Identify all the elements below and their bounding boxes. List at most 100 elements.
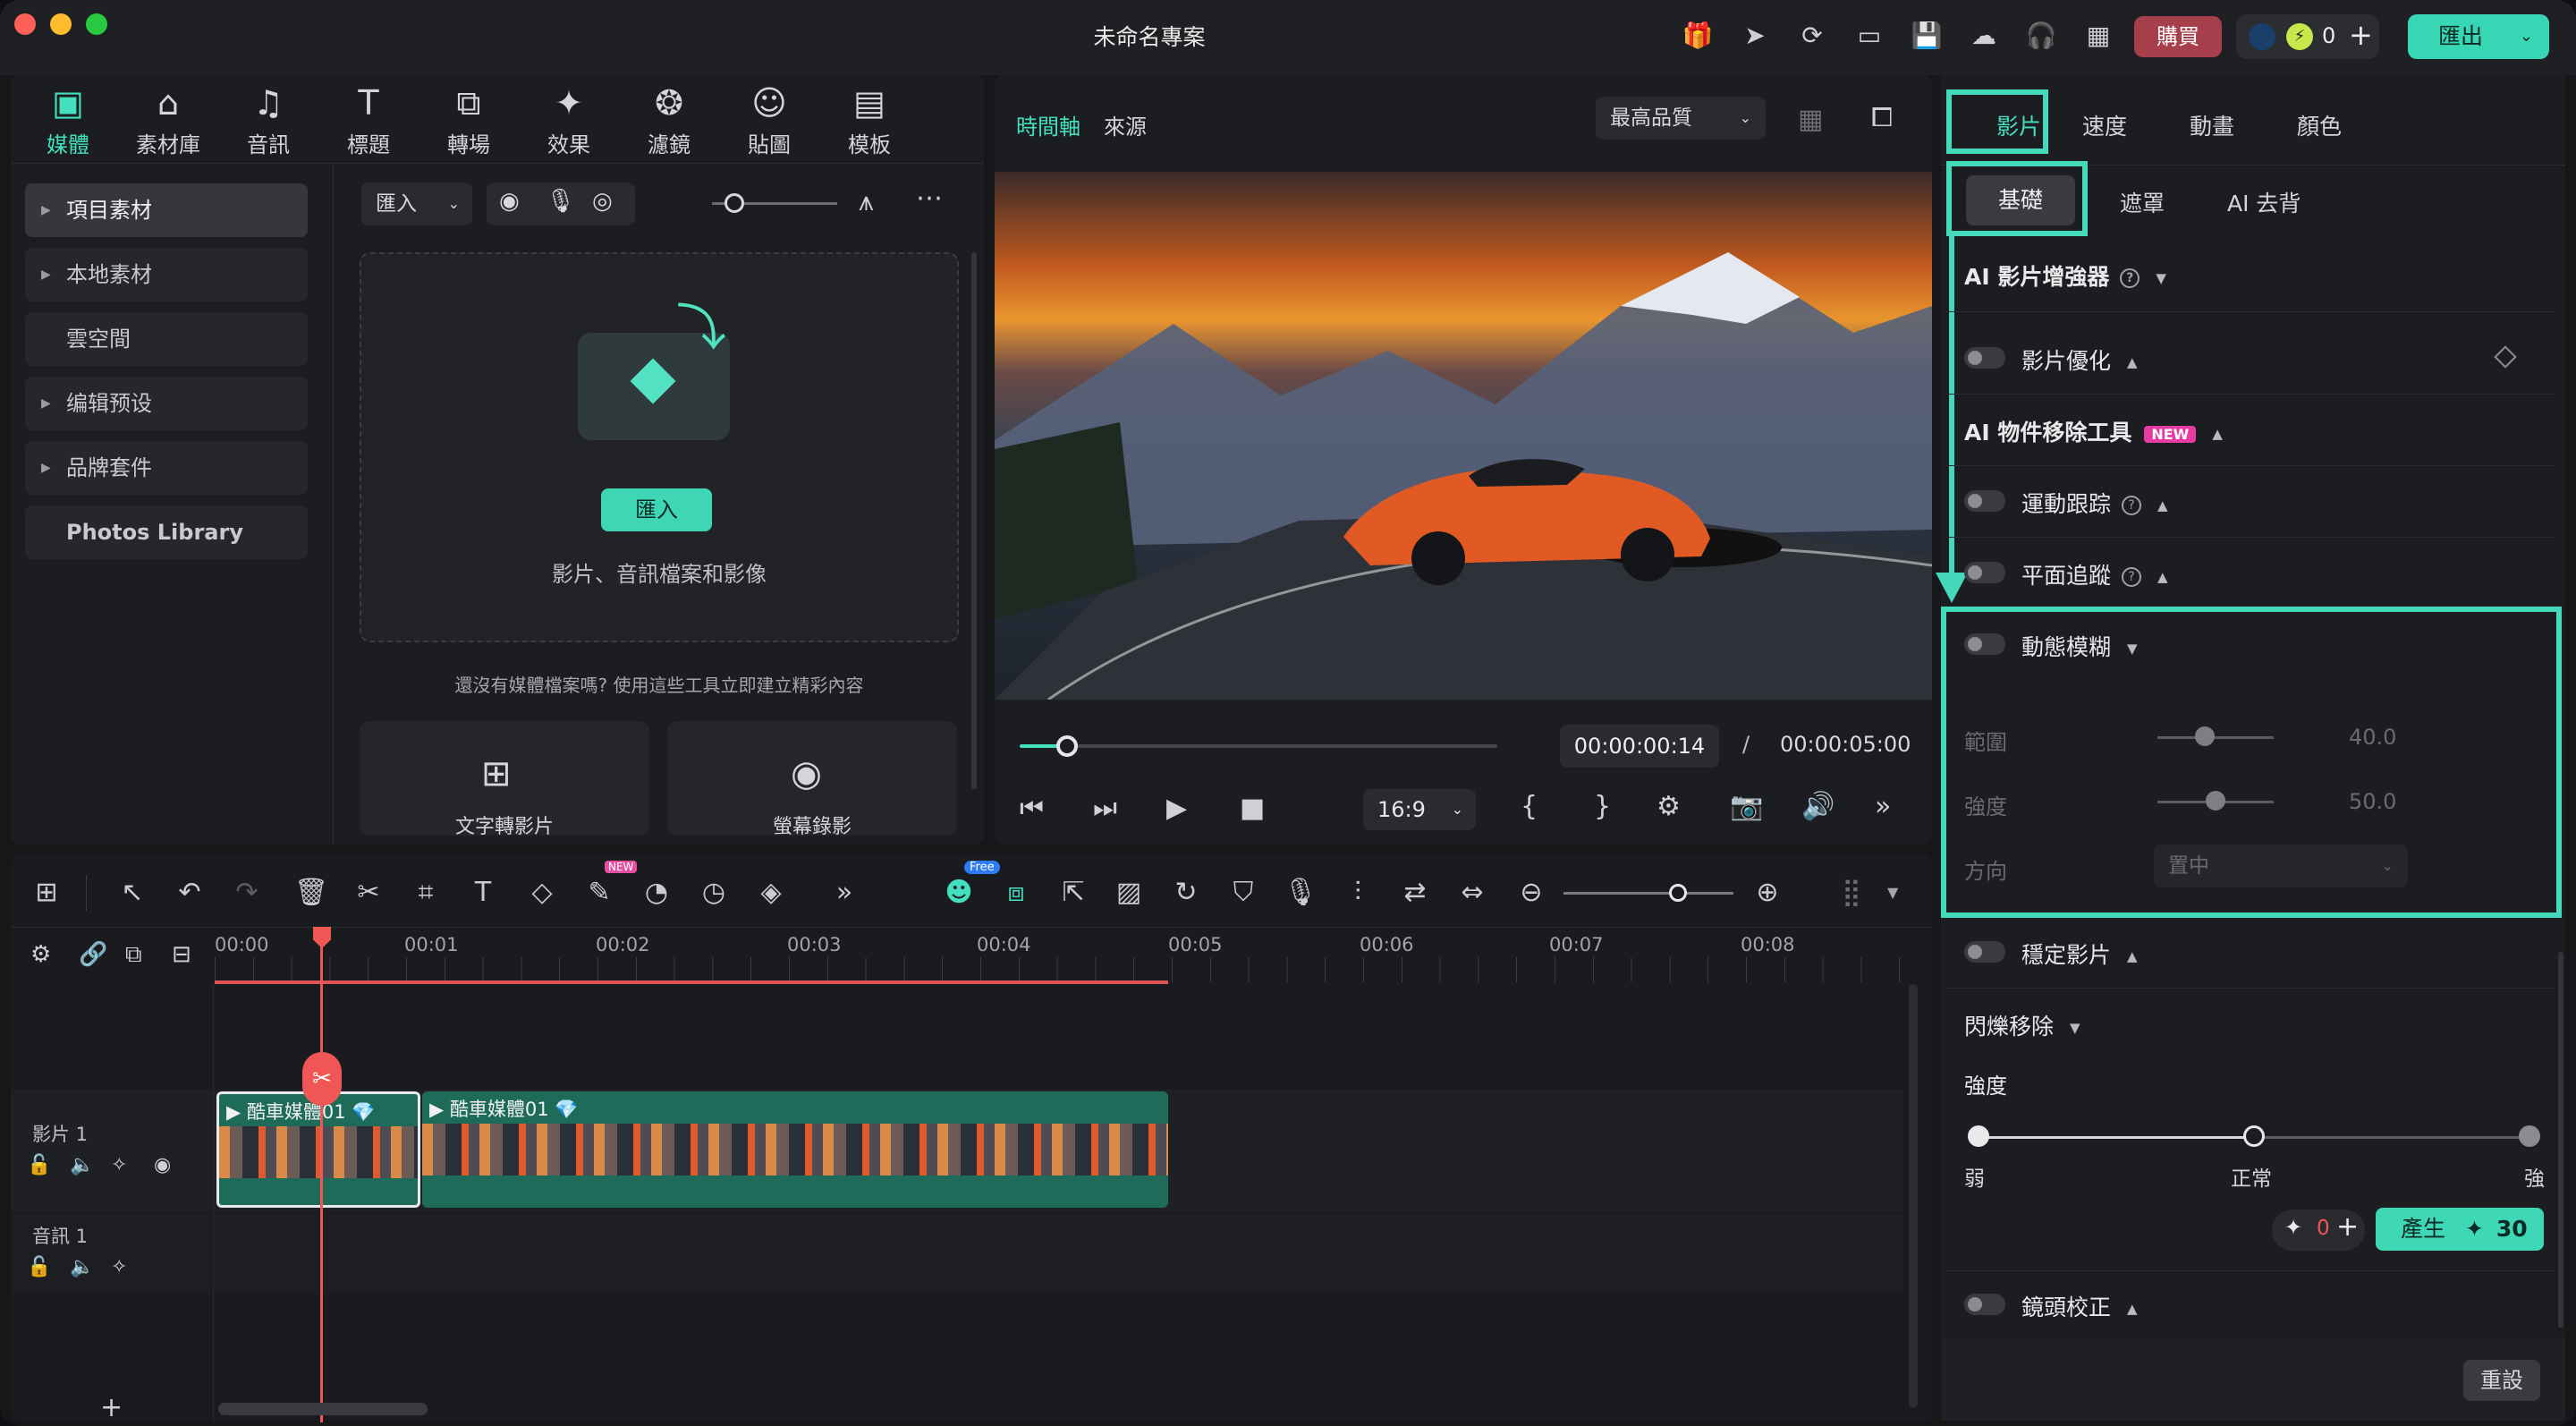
tab-speed[interactable]: 速度 — [2082, 109, 2127, 141]
lens-correction-toggle[interactable] — [1964, 1294, 2005, 1315]
plane-tracking-toggle[interactable] — [1964, 562, 2005, 583]
ai-enhancer-row[interactable]: AI 影片增強器? ▼ — [1964, 259, 2166, 292]
tab-timeline[interactable]: 時間軸 — [1016, 109, 1080, 140]
import-dropdown[interactable]: 匯入 ⌄ — [361, 182, 472, 225]
tab-titles[interactable]: T 標題 — [324, 82, 413, 158]
video-preview[interactable] — [995, 172, 1932, 700]
gift-icon[interactable]: 🎁 — [1680, 18, 1716, 54]
track-settings-icon[interactable]: ⚙ — [30, 941, 51, 968]
tab-filters[interactable]: ❂ 濾鏡 — [624, 82, 714, 158]
add-track-button[interactable]: + — [100, 1392, 123, 1423]
flicker-stop-weak[interactable] — [1968, 1125, 1989, 1147]
timer-icon[interactable]: ◷ — [696, 873, 732, 912]
sync-icon[interactable]: ⟳ — [1794, 18, 1830, 54]
tab-effects[interactable]: ✦ 效果 — [524, 82, 614, 158]
sidebar-item-cloud[interactable]: 雲空間 — [25, 312, 308, 366]
motion-icon[interactable]: ↻ — [1168, 873, 1204, 912]
select-tool-icon[interactable]: ↖ — [114, 873, 150, 912]
speed-icon[interactable]: ◔ — [639, 873, 674, 912]
timeline-zoom-slider[interactable] — [1563, 892, 1733, 895]
subtab-ai-background[interactable]: AI 去背 — [2227, 186, 2301, 218]
properties-scrollbar[interactable] — [2558, 952, 2563, 1328]
lock-icon[interactable]: 🔓 — [27, 1154, 51, 1176]
expand-more-icon[interactable]: » — [1875, 791, 1891, 822]
range-slider[interactable] — [2157, 736, 2274, 739]
apps-grid-icon[interactable]: ▦ — [2080, 18, 2116, 54]
text-to-video-card[interactable]: ⊞ 文字轉影片 — [360, 721, 649, 836]
caret-up-icon[interactable]: ▲ — [2127, 354, 2138, 370]
pen-icon[interactable]: ✎ — [581, 873, 617, 912]
direction-dropdown[interactable]: 置中 ⌄ — [2154, 845, 2408, 887]
text-tool-icon[interactable]: T — [465, 873, 501, 912]
chevron-down-icon[interactable]: ▼ — [1887, 884, 1898, 901]
shape-icon[interactable]: ◇ — [524, 873, 560, 912]
image-icon[interactable]: ▨ — [1111, 873, 1147, 912]
help-icon[interactable]: ? — [2122, 496, 2142, 515]
replace-icon[interactable]: ⇄ — [1397, 873, 1433, 912]
media-drop-zone[interactable]: ⤵ 匯入 影片、音訊檔案和影像 — [360, 252, 959, 642]
caret-up-icon[interactable]: ▲ — [2127, 948, 2138, 964]
speaker-icon[interactable]: 🔈 — [70, 1256, 94, 1278]
mask-icon[interactable]: ⛉ — [1225, 873, 1261, 912]
send-icon[interactable]: ➤ — [1737, 18, 1773, 54]
sidebar-item-brand-kit[interactable]: ▶ 品牌套件 — [25, 441, 308, 495]
buy-button[interactable]: 購買 — [2134, 16, 2222, 57]
timeline-horizontal-scrollbar[interactable] — [218, 1403, 428, 1415]
reset-button[interactable]: 重設 — [2463, 1360, 2540, 1401]
blur-strength-handle[interactable] — [2206, 791, 2225, 811]
render-settings-icon[interactable]: ⚙ — [1657, 791, 1681, 822]
timeline-vertical-scrollbar[interactable] — [1909, 984, 1918, 1408]
webcam-icon[interactable]: ◎ — [592, 188, 613, 215]
add-credit-icon[interactable]: + — [2349, 18, 2373, 52]
flicker-remove-row[interactable]: 閃爍移除 ▼ — [1964, 1009, 2080, 1041]
slider-handle[interactable] — [724, 193, 744, 213]
range-value[interactable]: 40.0 — [2349, 725, 2396, 750]
tab-transitions[interactable]: ⧉ 轉場 — [424, 82, 513, 158]
chevron-down-icon[interactable]: ⌄ — [2520, 14, 2533, 59]
video-clip[interactable]: ▶ 酷車媒體01 💎 — [422, 1091, 1168, 1208]
export-button[interactable]: 匯出 ⌄ — [2408, 14, 2549, 59]
sort-filter-icon[interactable]: ⩚ — [859, 186, 874, 217]
previous-frame-icon[interactable]: ⏮ — [1020, 793, 1044, 824]
eye-icon[interactable]: ◉ — [154, 1154, 171, 1176]
tab-media[interactable]: ▣ 媒體 — [23, 82, 113, 158]
playhead[interactable] — [320, 934, 323, 1422]
sidebar-item-presets[interactable]: ▶ 编辑预设 — [25, 377, 308, 430]
mixer-icon[interactable]: ⫶ — [1340, 873, 1376, 912]
quality-dropdown[interactable]: 最高品質 ⌄ — [1596, 97, 1766, 140]
aspect-ratio-dropdown[interactable]: 16:9 ⌄ — [1363, 789, 1476, 830]
caret-up-icon[interactable]: ▲ — [2157, 497, 2168, 514]
media-scrollbar[interactable] — [971, 252, 977, 789]
keyframe-icon[interactable]: ◈ — [753, 873, 789, 912]
credits-pill[interactable]: ⚡ 0 + — [2236, 14, 2379, 59]
zoom-in-icon[interactable]: ⊕ — [1750, 873, 1785, 912]
sidebar-item-local-media[interactable]: ▶ 本地素材 — [25, 248, 308, 301]
split-icon[interactable]: ✂ — [351, 873, 386, 912]
group-icon[interactable]: ⧉ — [125, 941, 142, 969]
caret-up-icon[interactable]: ▲ — [2212, 426, 2223, 442]
mark-in-icon[interactable]: { — [1521, 791, 1538, 822]
sidebar-item-project-media[interactable]: ▶ 項目素材 — [25, 183, 308, 237]
caret-down-icon[interactable]: ▼ — [2127, 641, 2138, 657]
layout-icon[interactable]: ▭ — [1852, 18, 1887, 54]
tab-templates[interactable]: ▤ 模板 — [825, 82, 914, 158]
voiceover-icon[interactable]: 🎙 — [1283, 873, 1318, 912]
tab-source[interactable]: 來源 — [1104, 109, 1147, 140]
stop-icon[interactable]: ■ — [1240, 793, 1265, 824]
current-time[interactable]: 00:00:00:14 — [1560, 725, 1719, 768]
next-frame-icon[interactable]: ⏭ — [1093, 793, 1117, 824]
speaker-icon[interactable]: 🔈 — [70, 1154, 94, 1176]
motion-tracking-toggle[interactable] — [1964, 490, 2005, 512]
delete-icon[interactable]: 🗑 — [293, 873, 329, 912]
zoom-out-icon[interactable]: ⊖ — [1513, 873, 1549, 912]
export-clip-icon[interactable]: ⇱ — [1055, 873, 1091, 912]
caret-up-icon[interactable]: ▲ — [2127, 1301, 2138, 1317]
caret-down-icon[interactable]: ▼ — [2070, 1020, 2080, 1036]
flicker-strength-handle[interactable] — [2243, 1125, 2265, 1147]
zoom-slider-handle[interactable] — [1669, 884, 1687, 902]
grid-view-icon[interactable]: ▦ — [1798, 104, 1823, 135]
mark-out-icon[interactable]: } — [1594, 791, 1611, 822]
tab-store[interactable]: ⌂ 素材庫 — [123, 82, 213, 158]
import-button[interactable]: 匯入 — [601, 488, 712, 531]
help-icon[interactable]: ? — [2122, 567, 2142, 587]
